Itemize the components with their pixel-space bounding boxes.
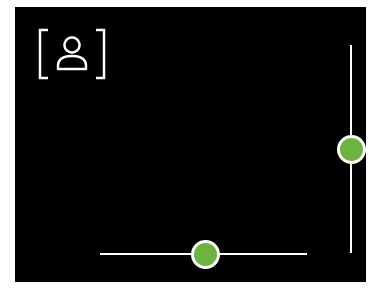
horizontal-slider[interactable] bbox=[100, 238, 307, 270]
horizontal-slider-thumb[interactable] bbox=[191, 239, 220, 269]
vertical-slider[interactable] bbox=[333, 45, 369, 253]
face-frame-icon[interactable] bbox=[38, 28, 106, 80]
vertical-slider-thumb[interactable] bbox=[336, 134, 366, 164]
